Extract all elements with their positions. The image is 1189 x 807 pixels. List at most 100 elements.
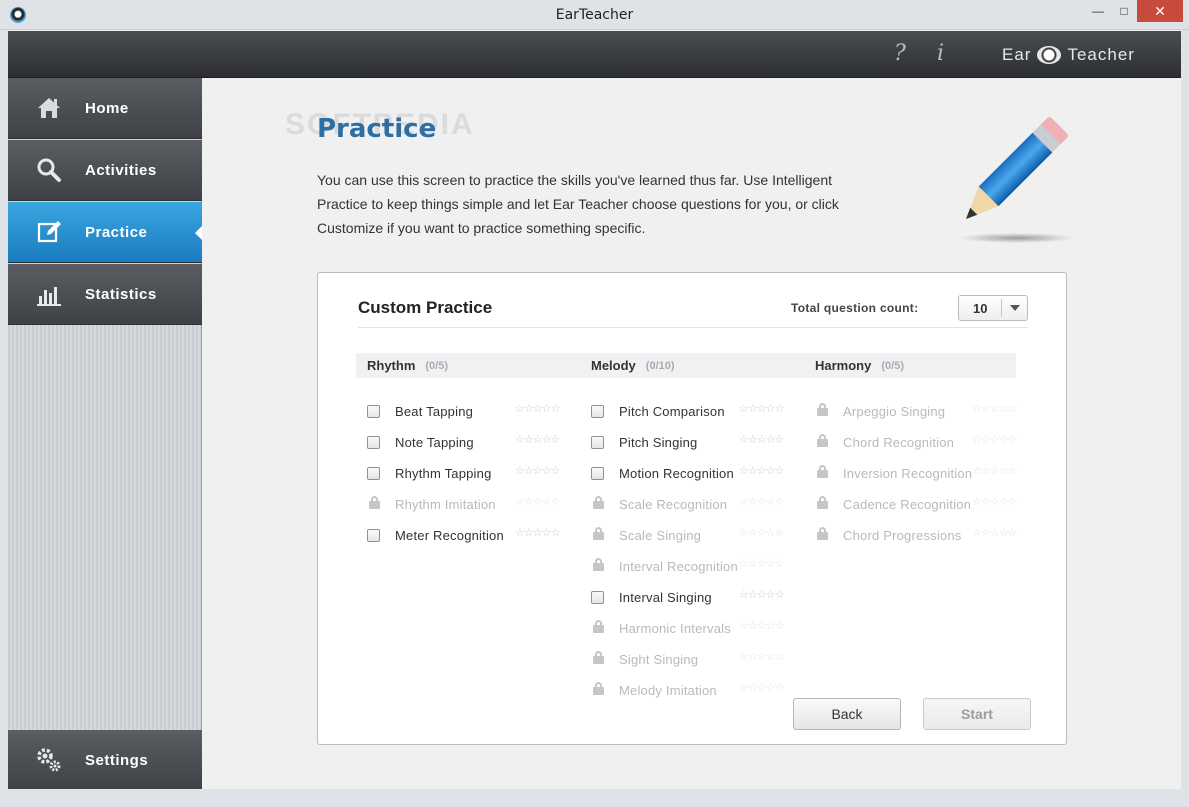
lock-icon <box>593 558 604 574</box>
practice-item[interactable]: Meter Recognition ☆☆☆☆☆ <box>356 520 580 551</box>
column-items: Pitch Comparison ☆☆☆☆☆ Pitch Singing ☆☆☆☆☆ M… <box>580 396 804 706</box>
practice-item-label: Note Tapping <box>395 435 474 450</box>
practice-item-label: Inversion Recognition <box>843 466 973 481</box>
edit-icon <box>35 218 63 246</box>
practice-checkbox[interactable] <box>367 405 380 418</box>
lock-icon <box>817 403 828 419</box>
practice-item[interactable]: Note Tapping ☆☆☆☆☆ <box>356 427 580 458</box>
harmony-column: Harmony (0/5) Arpeggio Singing ☆☆☆☆☆ Chord… <box>804 353 1028 551</box>
practice-item[interactable]: Motion Recognition ☆☆☆☆☆ <box>580 458 804 489</box>
logo-text-ear: Ear <box>1002 45 1032 64</box>
rating-stars-icon: ☆☆☆☆☆ <box>739 558 784 570</box>
sidebar-item-activities[interactable]: Activities <box>8 140 202 201</box>
chevron-down-icon <box>1010 305 1020 311</box>
rating-stars-icon: ☆☆☆☆☆ <box>739 589 784 601</box>
practice-checkbox[interactable] <box>367 436 380 449</box>
practice-item-label: Interval Recognition <box>619 559 738 574</box>
practice-item: Sight Singing ☆☆☆☆☆ <box>580 644 804 675</box>
practice-checkbox[interactable] <box>591 405 604 418</box>
rating-stars-icon: ☆☆☆☆☆ <box>515 496 560 508</box>
lock-icon <box>817 527 828 543</box>
intro-text: You can use this screen to practice the … <box>317 172 839 236</box>
sidebar-item-label: Home <box>85 99 129 117</box>
lock-icon <box>593 620 604 636</box>
column-count: (0/5) <box>425 359 449 372</box>
panel-divider <box>358 327 1028 328</box>
maximize-button[interactable]: □ <box>1111 0 1137 22</box>
app-header: ? i Ear Teacher <box>8 31 1181 78</box>
sidebar-item-label: Practice <box>85 223 148 241</box>
rating-stars-icon: ☆☆☆☆☆ <box>739 434 784 446</box>
practice-item: Chord Recognition ☆☆☆☆☆ <box>804 427 1028 458</box>
minimize-button[interactable]: — <box>1085 0 1111 22</box>
help-icon[interactable]: ? <box>894 41 906 66</box>
sidebar-item-settings[interactable]: Settings <box>8 730 202 791</box>
lock-icon <box>817 496 828 512</box>
column-items: Arpeggio Singing ☆☆☆☆☆ Chord Recognition ☆☆… <box>804 396 1028 551</box>
practice-checkbox[interactable] <box>367 529 380 542</box>
practice-item-label: Chord Progressions <box>843 528 962 543</box>
question-count-select[interactable]: 10 <box>958 295 1028 321</box>
main-content: SOFTPEDIA Practice You can use this scre… <box>202 78 1181 789</box>
pencil-icon <box>959 117 1075 243</box>
practice-checkbox[interactable] <box>591 591 604 604</box>
lock-icon <box>817 434 828 450</box>
rating-stars-icon: ☆☆☆☆☆ <box>972 496 1017 508</box>
practice-item[interactable]: Pitch Singing ☆☆☆☆☆ <box>580 427 804 458</box>
practice-item[interactable]: Beat Tapping ☆☆☆☆☆ <box>356 396 580 427</box>
app-logo: Ear Teacher <box>1002 45 1135 65</box>
practice-item[interactable]: Interval Singing ☆☆☆☆☆ <box>580 582 804 613</box>
question-count-label: Total question count: <box>791 301 919 315</box>
logo-ear-icon <box>1037 46 1062 64</box>
practice-item: Harmonic Intervals ☆☆☆☆☆ <box>580 613 804 644</box>
practice-item: Rhythm Imitation ☆☆☆☆☆ <box>356 489 580 520</box>
column-title: Rhythm <box>367 358 416 373</box>
lock-icon <box>593 496 604 512</box>
practice-item-label: Pitch Comparison <box>619 404 725 419</box>
panel-title: Custom Practice <box>358 298 493 317</box>
column-title: Harmony <box>815 358 872 373</box>
column-count: (0/10) <box>645 359 675 372</box>
practice-item-label: Arpeggio Singing <box>843 404 946 419</box>
sidebar-item-label: Settings <box>85 751 149 769</box>
practice-item[interactable]: Rhythm Tapping ☆☆☆☆☆ <box>356 458 580 489</box>
rhythm-column: Rhythm (0/5) Beat Tapping ☆☆☆☆☆ Note Tappi… <box>356 353 580 551</box>
rating-stars-icon: ☆☆☆☆☆ <box>739 465 784 477</box>
rating-stars-icon: ☆☆☆☆☆ <box>972 465 1017 477</box>
practice-item-label: Sight Singing <box>619 652 699 667</box>
practice-item-label: Scale Recognition <box>619 497 728 512</box>
rating-stars-icon: ☆☆☆☆☆ <box>739 403 784 415</box>
practice-item[interactable]: Pitch Comparison ☆☆☆☆☆ <box>580 396 804 427</box>
rating-stars-icon: ☆☆☆☆☆ <box>972 403 1017 415</box>
rating-stars-icon: ☆☆☆☆☆ <box>739 496 784 508</box>
back-button[interactable]: Back <box>793 698 901 730</box>
select-divider <box>1001 299 1002 317</box>
lock-icon <box>593 527 604 543</box>
info-icon[interactable]: i <box>937 41 944 66</box>
rating-stars-icon: ☆☆☆☆☆ <box>739 620 784 632</box>
column-items: Beat Tapping ☆☆☆☆☆ Note Tapping ☆☆☆☆☆ Rhythm… <box>356 396 580 551</box>
sidebar-item-home[interactable]: Home <box>8 78 202 139</box>
rating-stars-icon: ☆☆☆☆☆ <box>515 403 560 415</box>
sidebar-item-practice[interactable]: Practice <box>8 202 202 263</box>
custom-practice-panel: Custom Practice Total question count: 10… <box>317 272 1067 745</box>
rating-stars-icon: ☆☆☆☆☆ <box>515 527 560 539</box>
practice-item-label: Chord Recognition <box>843 435 955 450</box>
practice-item-label: Melody Imitation <box>619 683 717 698</box>
lock-icon <box>593 682 604 698</box>
rating-stars-icon: ☆☆☆☆☆ <box>515 434 560 446</box>
start-button[interactable]: Start <box>923 698 1031 730</box>
practice-item-label: Motion Recognition <box>619 466 734 481</box>
page-title: Practice <box>317 114 437 144</box>
practice-item-label: Rhythm Tapping <box>395 466 492 481</box>
practice-item: Arpeggio Singing ☆☆☆☆☆ <box>804 396 1028 427</box>
sidebar-item-statistics[interactable]: Statistics <box>8 264 202 325</box>
gears-icon <box>35 746 63 774</box>
practice-checkbox[interactable] <box>591 436 604 449</box>
search-icon <box>35 156 63 184</box>
practice-checkbox[interactable] <box>591 467 604 480</box>
rating-stars-icon: ☆☆☆☆☆ <box>972 434 1017 446</box>
close-button[interactable]: ✕ <box>1137 0 1183 22</box>
practice-checkbox[interactable] <box>367 467 380 480</box>
practice-item-label: Scale Singing <box>619 528 702 543</box>
